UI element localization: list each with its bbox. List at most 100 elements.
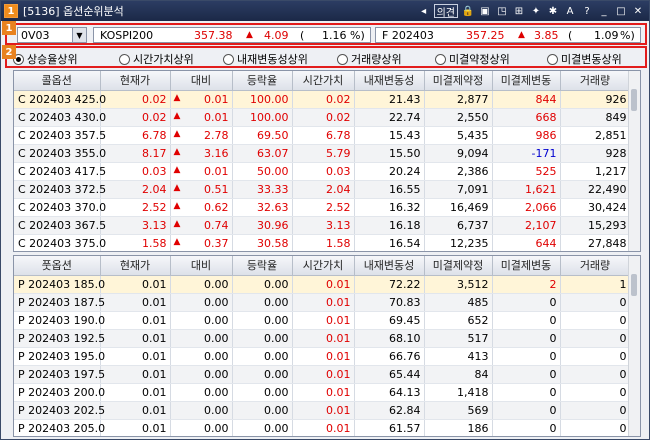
- column-header[interactable]: 풋옵션: [14, 256, 101, 276]
- radio-dot-icon[interactable]: [223, 53, 234, 65]
- lock-icon[interactable]: 🔒: [461, 4, 475, 18]
- oi-change-cell: 0: [492, 365, 561, 384]
- radio-dot-icon[interactable]: [119, 53, 130, 65]
- volume-cell: 27,848: [560, 234, 631, 251]
- oi-change-cell: 0: [492, 329, 561, 348]
- copy-icon[interactable]: ◳: [495, 4, 509, 18]
- iv-cell: 16.54: [354, 234, 425, 251]
- open-interest-cell: 485: [424, 293, 493, 312]
- column-header[interactable]: 내재변동성: [354, 256, 425, 276]
- volume-cell: 2,851: [560, 126, 631, 145]
- table-row[interactable]: C 202403 357.5 6.78 ▲ 2.78 69.50 6.78 15.43 5,4…: [14, 126, 631, 145]
- volume-cell: 0: [560, 347, 631, 366]
- settings-icon[interactable]: ✱: [546, 4, 560, 18]
- rate-cell: 63.07: [232, 144, 293, 163]
- iv-cell: 62.84: [354, 401, 425, 420]
- screen-icon[interactable]: ▣: [478, 4, 492, 18]
- radio-option-2[interactable]: 내재변동성상위: [223, 51, 308, 67]
- back-icon[interactable]: ◂: [417, 4, 431, 18]
- change-cell: 0.00: [170, 293, 233, 312]
- oi-change-cell: 0: [492, 293, 561, 312]
- table-row[interactable]: C 202403 355.0 8.17 ▲ 3.16 63.07 5.79 15.50 9,0…: [14, 144, 631, 163]
- table-row[interactable]: P 202403 187.5 0.01 0.00 0.00 0.01 70.83 485 0 0: [14, 293, 631, 312]
- table-row[interactable]: C 202403 425.0 0.02 ▲ 0.01 100.00 0.02 21.43 2,…: [14, 90, 631, 109]
- table-row[interactable]: P 202403 197.5 0.01 0.00 0.00 0.01 65.44 84 0 0: [14, 365, 631, 384]
- oi-change-cell: 986: [492, 126, 561, 145]
- price-cell: 3.13: [100, 216, 171, 235]
- table-row[interactable]: P 202403 195.0 0.01 0.00 0.00 0.01 66.76 413 0 0: [14, 347, 631, 366]
- pin-icon[interactable]: ✦: [529, 4, 543, 18]
- column-header[interactable]: 미결제변동: [492, 256, 561, 276]
- table-row[interactable]: C 202403 370.0 2.52 ▲ 0.62 32.63 2.52 16.32 16,…: [14, 198, 631, 217]
- scroll-thumb[interactable]: [631, 274, 637, 296]
- put-grid-scrollbar[interactable]: [628, 256, 640, 436]
- column-header[interactable]: 내재변동성: [354, 71, 425, 91]
- change-value: 0.01: [204, 164, 229, 178]
- kospi200-pct: 1.16: [322, 28, 347, 42]
- change-cell: ▲ 0.01: [170, 90, 233, 109]
- column-header[interactable]: 거래량: [560, 256, 631, 276]
- maximize-button[interactable]: □: [614, 4, 628, 18]
- open-interest-cell: 6,737: [424, 216, 493, 235]
- table-row[interactable]: C 202403 375.0 1.58 ▲ 0.37 30.58 1.58 16.54 12,…: [14, 234, 631, 251]
- radio-option-4[interactable]: 미결약정상위: [435, 51, 510, 67]
- table-row[interactable]: P 202403 200.0 0.01 0.00 0.00 0.01 64.13 1,418…: [14, 383, 631, 402]
- column-header[interactable]: 등락율: [232, 71, 293, 91]
- grid-icon[interactable]: ⊞: [512, 4, 526, 18]
- radio-option-3[interactable]: 거래량상위: [337, 51, 402, 67]
- radio-option-1[interactable]: 시간가치상위: [119, 51, 194, 67]
- column-header[interactable]: 시간가치: [292, 256, 355, 276]
- column-header[interactable]: 미결제변동: [492, 71, 561, 91]
- table-row[interactable]: C 202403 417.5 0.03 ▲ 0.01 50.00 0.03 20.24 2,3…: [14, 162, 631, 181]
- table-row[interactable]: P 202403 185.0 0.01 0.00 0.00 0.01 72.22 3,512…: [14, 275, 631, 294]
- option-name-cell: C 202403 372.5: [14, 180, 106, 199]
- table-row[interactable]: P 202403 190.0 0.01 0.00 0.00 0.01 69.45 652 0 0: [14, 311, 631, 330]
- close-button[interactable]: ✕: [631, 4, 645, 18]
- call-grid-scrollbar[interactable]: [628, 71, 640, 251]
- radio-option-5[interactable]: 미결변동상위: [547, 51, 622, 67]
- opinion-button[interactable]: 의견: [433, 4, 458, 19]
- marker-1: 1: [2, 21, 16, 35]
- scroll-thumb[interactable]: [631, 89, 637, 111]
- iv-cell: 22.74: [354, 108, 425, 127]
- price-cell: 0.01: [100, 347, 171, 366]
- column-header[interactable]: 미결제약정: [424, 256, 493, 276]
- title-toolbar: ◂ 의견 🔒 ▣ ◳ ⊞ ✦ ✱ A? _ □ ✕: [417, 4, 645, 19]
- futures-quote: F 202403 357.25 ▲ 3.85 ( 1.09 %): [375, 27, 641, 43]
- table-row[interactable]: P 202403 202.5 0.01 0.00 0.00 0.01 62.84 569 0 0: [14, 401, 631, 420]
- chevron-down-icon[interactable]: ▼: [72, 28, 86, 42]
- price-cell: 0.02: [100, 90, 171, 109]
- change-value: 0.51: [204, 182, 229, 196]
- iv-cell: 16.55: [354, 180, 425, 199]
- oi-change-cell: 525: [492, 162, 561, 181]
- price-cell: 0.01: [100, 419, 171, 436]
- table-row[interactable]: P 202403 192.5 0.01 0.00 0.00 0.01 68.10 517 0 0: [14, 329, 631, 348]
- kospi200-name: KOSPI200: [100, 28, 154, 42]
- change-value: 0.00: [204, 313, 229, 327]
- table-row[interactable]: C 202403 372.5 2.04 ▲ 0.51 33.33 2.04 16.55 7,0…: [14, 180, 631, 199]
- column-header[interactable]: 대비: [170, 256, 233, 276]
- help-icon[interactable]: ?: [580, 4, 594, 18]
- table-row[interactable]: C 202403 430.0 0.02 ▲ 0.01 100.00 0.02 22.74 2,…: [14, 108, 631, 127]
- radio-dot-icon[interactable]: [337, 53, 348, 65]
- radio-dot-icon[interactable]: [435, 53, 446, 65]
- minimize-button[interactable]: _: [597, 4, 611, 18]
- marker-2: 2: [2, 45, 16, 59]
- column-header[interactable]: 등락율: [232, 256, 293, 276]
- radio-dot-icon[interactable]: [547, 53, 558, 65]
- column-header[interactable]: 미결제약정: [424, 71, 493, 91]
- price-cell: 8.17: [100, 144, 171, 163]
- column-header[interactable]: 대비: [170, 71, 233, 91]
- column-header[interactable]: 콜옵션: [14, 71, 101, 91]
- code-combo[interactable]: 0V03 ▼: [17, 27, 87, 43]
- column-header[interactable]: 거래량: [560, 71, 631, 91]
- iv-cell: 66.76: [354, 347, 425, 366]
- column-header[interactable]: 시간가치: [292, 71, 355, 91]
- price-cell: 0.01: [100, 365, 171, 384]
- font-icon[interactable]: A: [563, 4, 577, 18]
- radio-option-0[interactable]: 상승율상위: [13, 51, 78, 67]
- column-header[interactable]: 현재가: [100, 256, 171, 276]
- table-row[interactable]: P 202403 205.0 0.01 0.00 0.00 0.01 61.57 186 0 0: [14, 419, 631, 436]
- column-header[interactable]: 현재가: [100, 71, 171, 91]
- table-row[interactable]: C 202403 367.5 3.13 ▲ 0.74 30.96 3.13 16.18 6,7…: [14, 216, 631, 235]
